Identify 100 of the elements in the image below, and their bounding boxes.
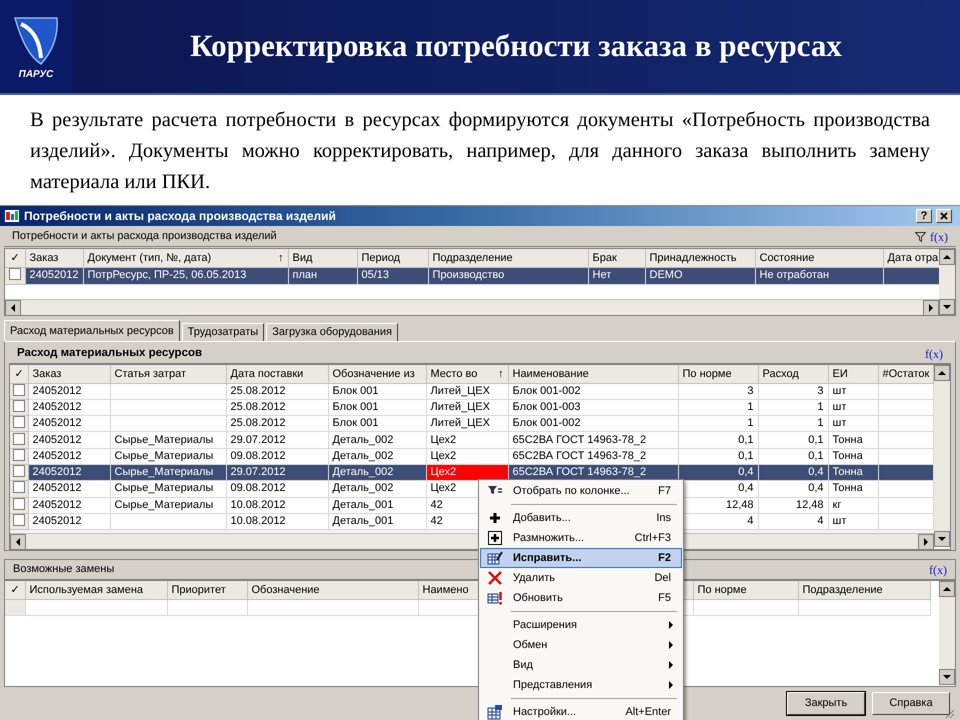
column-header[interactable]: Обозначение (247, 581, 418, 599)
table-cell: Сырье_Материалы (110, 448, 226, 464)
table-cell: план (288, 267, 357, 284)
table-cell: Тонна (828, 432, 878, 448)
table-cell: Тонна (828, 480, 878, 498)
column-header[interactable]: Документ (тип, №, дата) ↑ (83, 249, 288, 267)
table-cell: Сырье_Материалы (110, 497, 226, 514)
tab[interactable]: Расход материальных ресурсов (4, 320, 180, 341)
row-checkbox[interactable] (12, 448, 25, 461)
horizontal-scrollbar[interactable] (5, 299, 939, 315)
column-header[interactable]: Место во ↑ (426, 365, 508, 383)
tab[interactable]: Загрузка оборудования (266, 323, 398, 341)
table-cell: Деталь_002 (328, 432, 426, 448)
column-header[interactable]: Расход (758, 365, 828, 383)
table-cell: 0,1 (678, 432, 758, 448)
close-icon (940, 212, 948, 220)
menu-item[interactable]: Размножить... Ctrl+F3 (480, 528, 682, 548)
column-header[interactable]: Используемая замена (25, 581, 167, 599)
menu-item[interactable]: Вид (480, 655, 682, 675)
table-settings-icon (487, 704, 503, 720)
column-header[interactable]: Дата отра (883, 249, 939, 267)
table-cell: 05/13 (357, 267, 428, 284)
vertical-scrollbar[interactable] (934, 365, 950, 547)
table-cell: 0,1 (678, 448, 758, 464)
table-cell: 24052012 (28, 432, 110, 448)
column-header[interactable]: Период (357, 249, 428, 267)
table-cell: 10.08.2012 (226, 513, 328, 530)
vertical-scrollbar[interactable] (939, 249, 955, 315)
table-cell: Деталь_001 (328, 513, 426, 530)
formula-button[interactable]: f(x) (929, 564, 947, 576)
formula-button[interactable]: f(x) (925, 348, 943, 360)
table-cell: шт (828, 513, 878, 530)
formula-button[interactable]: f(x) (930, 230, 948, 242)
table-cell: шт (828, 383, 878, 400)
check-column-header: ✓ (5, 581, 25, 599)
table-cell: Цех2 (426, 448, 508, 464)
column-header[interactable]: Подразделение (428, 249, 588, 267)
menu-item[interactable]: Представления (480, 675, 682, 695)
column-header[interactable]: Заказ (28, 365, 110, 383)
menu-item[interactable]: Исправить... F2 (480, 548, 682, 568)
table-cell: ПотрРесурс, ПР-25, 06.05.2013 (83, 267, 288, 284)
column-header[interactable]: Принадлежность (645, 249, 755, 267)
column-header[interactable]: Заказ (25, 249, 83, 267)
panel-caption: Расход материальных ресурсов (17, 346, 202, 361)
table-pencil-icon (487, 550, 503, 566)
app-icon (4, 209, 20, 223)
table-cell: 0,1 (758, 432, 828, 448)
row-checkbox[interactable] (12, 416, 25, 428)
table-cell: Блок 001 (328, 383, 426, 400)
row-checkbox[interactable] (12, 465, 25, 478)
table-cell: кг (828, 497, 878, 514)
table-cell: 10.08.2012 (226, 497, 328, 514)
column-header[interactable]: Наименование (508, 365, 678, 383)
panel-caption: Потребности и акты расхода производства изделий (12, 229, 277, 244)
column-header[interactable]: Приоритет (167, 581, 247, 599)
table-cell: Деталь_002 (328, 480, 426, 498)
column-header[interactable]: Вид (288, 249, 357, 267)
table-cell: Не отработан (755, 267, 883, 284)
column-header[interactable]: Подразделение (798, 581, 930, 599)
row-checkbox[interactable] (12, 481, 25, 494)
row-checkbox[interactable] (12, 498, 25, 510)
table-cell: 0,1 (758, 448, 828, 464)
table-cell: Сырье_Материалы (110, 480, 226, 498)
help-button[interactable]: ? (916, 209, 932, 223)
column-header[interactable]: ЕИ (828, 365, 878, 383)
table-cell: 24052012 (28, 513, 110, 530)
table-cell: 24052012 (28, 383, 110, 400)
table-cell: 65С2ВА ГОСТ 14963-78_2 (508, 448, 678, 464)
column-header[interactable]: Состояние (755, 249, 883, 267)
column-header[interactable]: По норме (678, 365, 758, 383)
row-checkbox[interactable] (12, 514, 25, 526)
menu-item[interactable]: Настройки... Alt+Enter (480, 702, 682, 720)
vertical-scrollbar[interactable] (939, 581, 955, 685)
table-cell: Деталь_002 (328, 448, 426, 464)
row-checkbox[interactable] (12, 384, 25, 396)
column-header[interactable]: #Остаток (878, 365, 933, 383)
column-header[interactable]: Брак (588, 249, 645, 267)
plus-icon (487, 510, 503, 526)
column-header[interactable]: Статья затрат (110, 365, 226, 383)
dialog-button[interactable]: Справка (872, 692, 950, 715)
column-header[interactable]: Дата поставки (226, 365, 328, 383)
slide-paragraph: В результате расчета потребности в ресурсах формируются документы «Потребность производства изделий». Документы можно корректировать, например, для данного заказа выполнить замену материала или ПКИ. (30, 108, 930, 195)
menu-item[interactable]: Обновить F5 (480, 588, 682, 608)
table-cell: 09.08.2012 (226, 480, 328, 498)
row-checkbox[interactable] (12, 432, 25, 445)
column-header[interactable]: Обозначение из (328, 365, 426, 383)
menu-item[interactable]: Обмен (480, 635, 682, 655)
menu-item[interactable]: Удалить Del (480, 568, 682, 588)
table-cell: Цех2 (426, 432, 508, 448)
table-cell: 12,48 (758, 497, 828, 514)
menu-item[interactable]: Расширения (480, 615, 682, 635)
window-title: Потребности и акты расхода производства изделий (24, 208, 337, 225)
plus-box-icon (487, 530, 503, 546)
row-checkbox[interactable] (8, 268, 21, 280)
tab[interactable]: Трудозатраты (182, 323, 264, 341)
dialog-button[interactable]: Закрыть (787, 692, 865, 715)
column-header[interactable]: По норме (693, 581, 798, 599)
delete-icon (487, 570, 503, 586)
close-button[interactable] (936, 209, 952, 223)
row-checkbox[interactable] (12, 400, 25, 412)
